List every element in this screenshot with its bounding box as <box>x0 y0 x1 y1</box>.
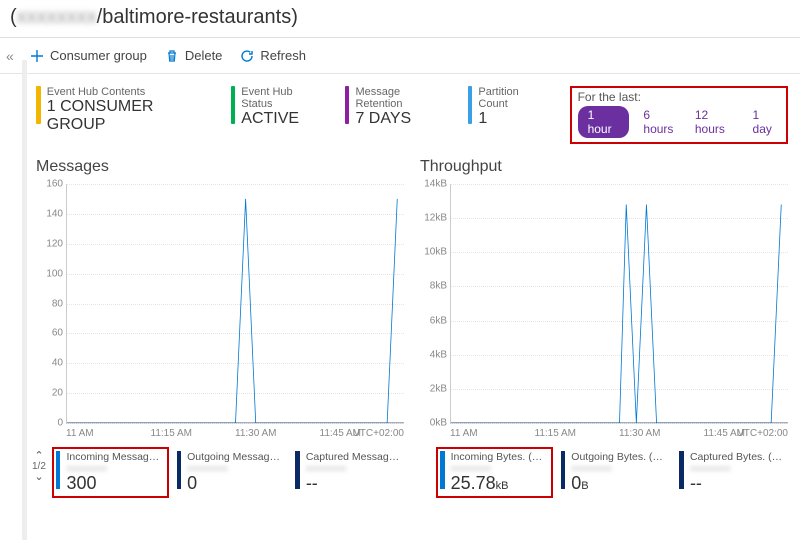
page-title: (xxxxxxxx/baltimore-restaurants) <box>0 0 800 38</box>
time-option-6h[interactable]: 6 hours <box>643 108 680 136</box>
refresh-icon <box>240 49 254 63</box>
collapse-sidebar-button[interactable]: « <box>6 48 14 64</box>
legend-pager: ⌃ 1/2 ⌄ <box>32 451 46 483</box>
time-option-1h[interactable]: 1 hour <box>578 106 630 138</box>
stat-value: 7 DAYS <box>355 110 445 128</box>
legend-row: ⌃ 1/2 ⌄ Incoming Messages (Sum) xxxxxxxx… <box>54 451 404 494</box>
stat-retention: Message Retention 7 DAYS <box>345 86 446 128</box>
legend-row: Incoming Bytes. (Sum) xxxxxxxxx 25.78kB … <box>438 451 788 494</box>
stat-label: Message Retention <box>355 86 445 110</box>
stat-color-bar <box>231 86 236 124</box>
legend-captured-bytes[interactable]: Captured Bytes. (Sum) xxxxxxxxx -- <box>679 451 788 494</box>
chart-title: Throughput <box>420 158 788 176</box>
chart-title: Messages <box>36 158 404 176</box>
legend-outgoing-bytes[interactable]: Outgoing Bytes. (Sum) xxxxxxxxx 0B <box>561 451 670 494</box>
stat-contents: Event Hub Contents 1 CONSUMER GROUP <box>36 86 209 134</box>
chart-x-axis: 11 AM11:15 AM11:30 AM11:45 AMUTC+02:00 <box>66 424 404 439</box>
toolbar-label: Consumer group <box>50 48 147 63</box>
stat-partition: Partition Count 1 <box>468 86 548 128</box>
delete-button[interactable]: Delete <box>165 48 223 63</box>
chevron-down-icon[interactable]: ⌄ <box>34 472 43 483</box>
add-consumer-group-button[interactable]: Consumer group <box>30 48 147 63</box>
chart-plot-area[interactable]: 0kB2kB4kB6kB8kB10kB12kB14kB <box>450 184 788 424</box>
legend-outgoing-messages[interactable]: Outgoing Messages (Sum) xxxxxxxxx 0 <box>177 451 286 494</box>
chart-messages: Messages 020406080100120140160 11 AM11:1… <box>36 158 404 494</box>
refresh-button[interactable]: Refresh <box>240 48 306 63</box>
time-option-12h[interactable]: 12 hours <box>695 108 739 136</box>
stat-status: Event Hub Status ACTIVE <box>231 86 323 128</box>
stat-color-bar <box>36 86 41 124</box>
toolbar-label: Refresh <box>260 48 306 63</box>
stat-color-bar <box>345 86 350 124</box>
time-option-1d[interactable]: 1 day <box>753 108 780 136</box>
stat-value: 1 CONSUMER GROUP <box>47 98 209 134</box>
stats-row: Event Hub Contents 1 CONSUMER GROUP Even… <box>36 86 788 144</box>
stat-label: Event Hub Status <box>241 86 322 110</box>
plus-icon <box>30 49 44 63</box>
legend-incoming-messages[interactable]: Incoming Messages (Sum) xxxxxxxxx 300 <box>52 447 169 498</box>
time-range-picker: For the last: 1 hour 6 hours 12 hours 1 … <box>570 86 788 144</box>
stat-label: Partition Count <box>478 86 547 110</box>
stat-color-bar <box>468 86 473 124</box>
stat-value: 1 <box>478 110 547 128</box>
stat-label: Event Hub Contents <box>47 86 209 98</box>
sidebar-scrollbar[interactable] <box>22 60 27 540</box>
legend-captured-messages[interactable]: Captured Messages. (… xxxxxxxxx -- <box>295 451 404 494</box>
chart-throughput: Throughput 0kB2kB4kB6kB8kB10kB12kB14kB 1… <box>420 158 788 494</box>
toolbar: « Consumer group Delete Refresh <box>0 38 800 74</box>
chart-x-axis: 11 AM11:15 AM11:30 AM11:45 AMUTC+02:00 <box>450 424 788 439</box>
time-range-options: 1 hour 6 hours 12 hours 1 day <box>578 106 780 138</box>
stat-value: ACTIVE <box>241 110 322 128</box>
legend-incoming-bytes[interactable]: Incoming Bytes. (Sum) xxxxxxxxx 25.78kB <box>436 447 553 498</box>
toolbar-label: Delete <box>185 48 223 63</box>
chart-plot-area[interactable]: 020406080100120140160 <box>66 184 404 424</box>
trash-icon <box>165 49 179 63</box>
time-range-header: For the last: <box>578 90 780 104</box>
